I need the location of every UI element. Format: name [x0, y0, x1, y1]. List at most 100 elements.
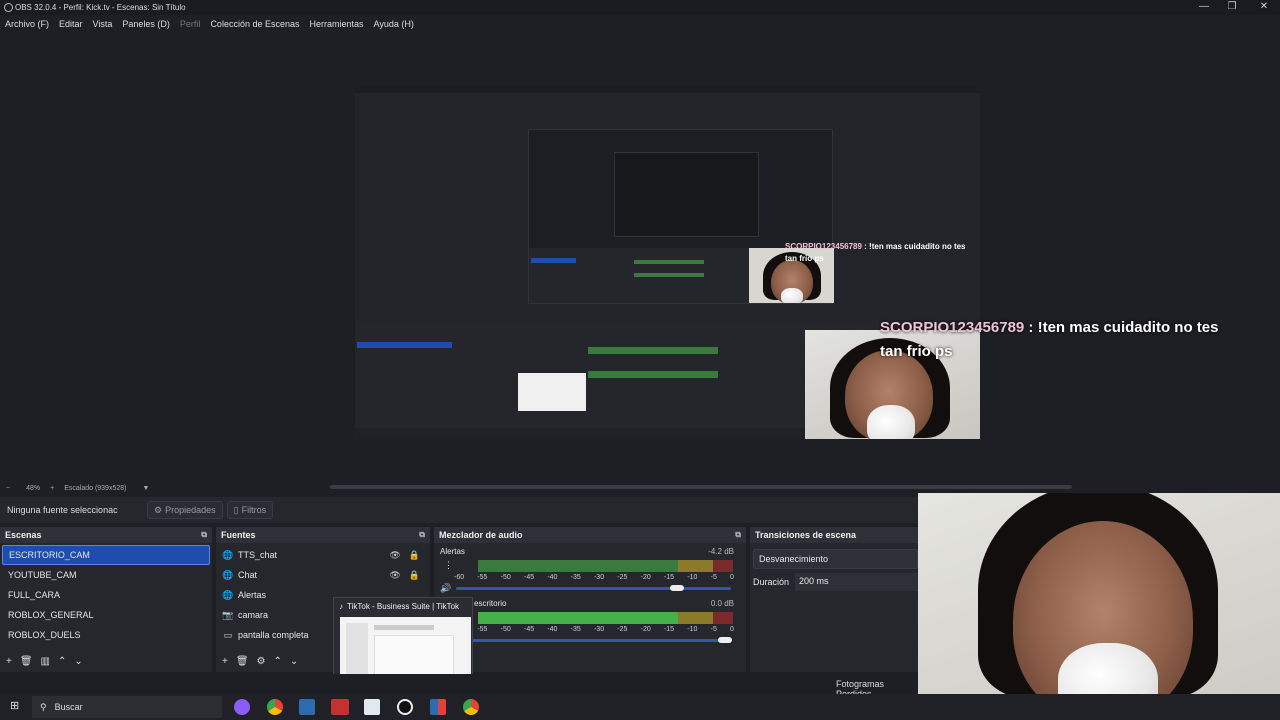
level-meter — [478, 612, 733, 624]
monitor-icon: ▭ — [223, 629, 233, 640]
move-up-icon[interactable]: ⌃ — [274, 656, 282, 667]
nested-meter — [634, 260, 704, 264]
channel-name: Alertas — [440, 547, 465, 556]
scene-item[interactable]: FULL_CARA — [2, 585, 210, 605]
audio-mixer-dock: Mezclador de audio ⧉ Alertas -4.2 dB ⋮ -… — [434, 527, 746, 672]
meter-ticks: -60-55-50-45-40-35-30-25-20-15-10-50 — [454, 626, 734, 633]
eye-icon[interactable]: 👁 — [389, 550, 400, 561]
scale-dropdown-icon[interactable]: ▼ — [142, 485, 149, 492]
app-icon[interactable] — [331, 699, 349, 715]
menu-ayuda[interactable]: Ayuda (H) — [369, 19, 419, 29]
scene-filters-icon[interactable]: ▥ — [41, 656, 50, 667]
undock-icon[interactable]: ⧉ — [201, 530, 207, 540]
filters-button[interactable]: ▯ Filtros — [226, 501, 274, 519]
properties-button[interactable]: ⚙ Propiedades — [147, 501, 223, 519]
mixer-title: Mezclador de audio — [439, 530, 523, 540]
eye-icon[interactable]: 👁 — [389, 570, 400, 581]
scene-item[interactable]: YOUTUBE_CAM — [2, 565, 210, 585]
source-name: camara — [238, 610, 269, 620]
source-item[interactable]: 🌐 TTS_chat 👁 🔒 — [216, 545, 430, 565]
menu-perfil[interactable]: Perfil — [175, 19, 206, 29]
mixer-header: Mezclador de audio ⧉ — [434, 527, 746, 543]
chat-overlay: SCORPIO123456789 : !ten mas cuidadito no… — [880, 316, 1280, 364]
filters-label: Filtros — [241, 505, 267, 515]
search-icon: ⚲ — [40, 701, 47, 712]
menu-herramientas[interactable]: Herramientas — [305, 19, 369, 29]
volume-slider[interactable] — [456, 639, 731, 642]
source-name: pantalla completa — [238, 630, 309, 640]
nested-tiktok-popup — [518, 373, 586, 411]
app-icon[interactable] — [234, 699, 250, 715]
move-up-icon[interactable]: ⌃ — [58, 656, 66, 667]
source-name: TTS_chat — [238, 550, 278, 560]
taskbar-search[interactable]: ⚲ Buscar — [32, 696, 222, 718]
title-bar: OBS 32.0.4 - Perfil: Kick.tv - Escenas: … — [0, 0, 1280, 15]
webcam-overlay — [918, 493, 1280, 720]
filter-icon: ▯ — [233, 504, 239, 515]
restore-button[interactable]: ❐ — [1216, 0, 1248, 15]
volume-knob[interactable] — [718, 637, 732, 643]
add-scene-icon[interactable]: + — [6, 656, 12, 667]
menu-bar: Archivo (F) Editar Vista Paneles (D) Per… — [0, 15, 1280, 33]
transitions-header: Transiciones de escena — [750, 527, 918, 543]
channel-menu-icon[interactable]: ⋮ — [444, 560, 453, 571]
scene-item[interactable]: ROBLOX_GENERAL — [2, 605, 210, 625]
nested-mixer-meter — [588, 347, 718, 354]
source-toolbar: Ninguna fuente seleccionac ⚙ Propiedades… — [0, 497, 918, 523]
zoom-level: 48% — [26, 484, 41, 492]
window-title: OBS 32.0.4 - Perfil: Kick.tv - Escenas: … — [15, 3, 186, 12]
move-down-icon[interactable]: ⌄ — [74, 656, 82, 667]
zoom-out-button[interactable]: − — [6, 485, 10, 492]
transitions-dock: Transiciones de escena Desvanecimiento D… — [750, 527, 918, 672]
chat-message-continued: tan frio ps — [880, 343, 953, 360]
windows-start-icon[interactable]: ⊞ — [10, 699, 19, 712]
camera-icon: 📷 — [222, 609, 234, 620]
lock-icon[interactable]: 🔒 — [409, 550, 420, 561]
menu-editar[interactable]: Editar — [54, 19, 88, 29]
chrome-icon[interactable] — [267, 699, 283, 715]
undock-icon[interactable]: ⧉ — [419, 530, 425, 540]
add-source-icon[interactable]: + — [222, 656, 228, 667]
duration-input[interactable]: 200 ms — [795, 573, 918, 591]
source-item[interactable]: 🌐 Chat 👁 🔒 — [216, 565, 430, 585]
nested-meter — [634, 273, 704, 277]
remove-source-icon[interactable]: 🗑 — [236, 656, 249, 667]
source-properties-icon[interactable]: ⚙ — [257, 656, 266, 667]
preview-scrollbar[interactable] — [330, 485, 1072, 489]
source-name: Alertas — [238, 590, 267, 600]
lock-icon[interactable]: 🔒 — [409, 570, 420, 581]
speaker-icon[interactable]: 🔊 — [440, 583, 451, 594]
scene-item[interactable]: ESCRITORIO_CAM — [2, 545, 210, 565]
remove-scene-icon[interactable]: 🗑 — [20, 656, 33, 667]
search-placeholder: Buscar — [54, 702, 83, 712]
nested-title-bar — [355, 86, 980, 93]
volume-knob[interactable] — [670, 585, 684, 591]
tiktok-icon: ♪ — [339, 602, 343, 611]
undock-icon[interactable]: ⧉ — [735, 530, 741, 540]
close-button[interactable]: ✕ — [1248, 0, 1280, 15]
scenes-title: Escenas — [5, 530, 42, 540]
obs-logo-icon — [4, 3, 13, 12]
nested-selected-scene — [531, 258, 576, 263]
menu-archivo[interactable]: Archivo (F) — [0, 19, 54, 29]
menu-vista[interactable]: Vista — [88, 19, 118, 29]
transition-select[interactable]: Desvanecimiento — [753, 549, 918, 569]
globe-icon: 🌐 — [222, 569, 234, 580]
move-down-icon[interactable]: ⌄ — [290, 656, 298, 667]
obs-taskbar-icon[interactable] — [397, 699, 413, 715]
duration-label: Duración — [753, 577, 790, 587]
app-icon[interactable] — [430, 699, 446, 715]
app-icon[interactable] — [299, 699, 315, 715]
channel-name: escritorio — [474, 599, 507, 608]
menu-coleccion-escenas[interactable]: Colección de Escenas — [205, 19, 304, 29]
channel-db: 0.0 dB — [710, 599, 734, 608]
scene-item[interactable]: ROBLOX_DUELS — [2, 625, 210, 645]
meter-ticks: -60-55-50-45-40-35-30-25-20-15-10-50 — [454, 574, 734, 581]
shield-icon[interactable] — [364, 699, 380, 715]
volume-slider[interactable] — [456, 587, 731, 590]
properties-label: Propiedades — [165, 505, 216, 515]
menu-paneles[interactable]: Paneles (D) — [117, 19, 175, 29]
scenes-header: Escenas ⧉ — [0, 527, 212, 543]
chrome-icon[interactable] — [463, 699, 479, 715]
zoom-in-button[interactable]: + — [50, 485, 54, 492]
